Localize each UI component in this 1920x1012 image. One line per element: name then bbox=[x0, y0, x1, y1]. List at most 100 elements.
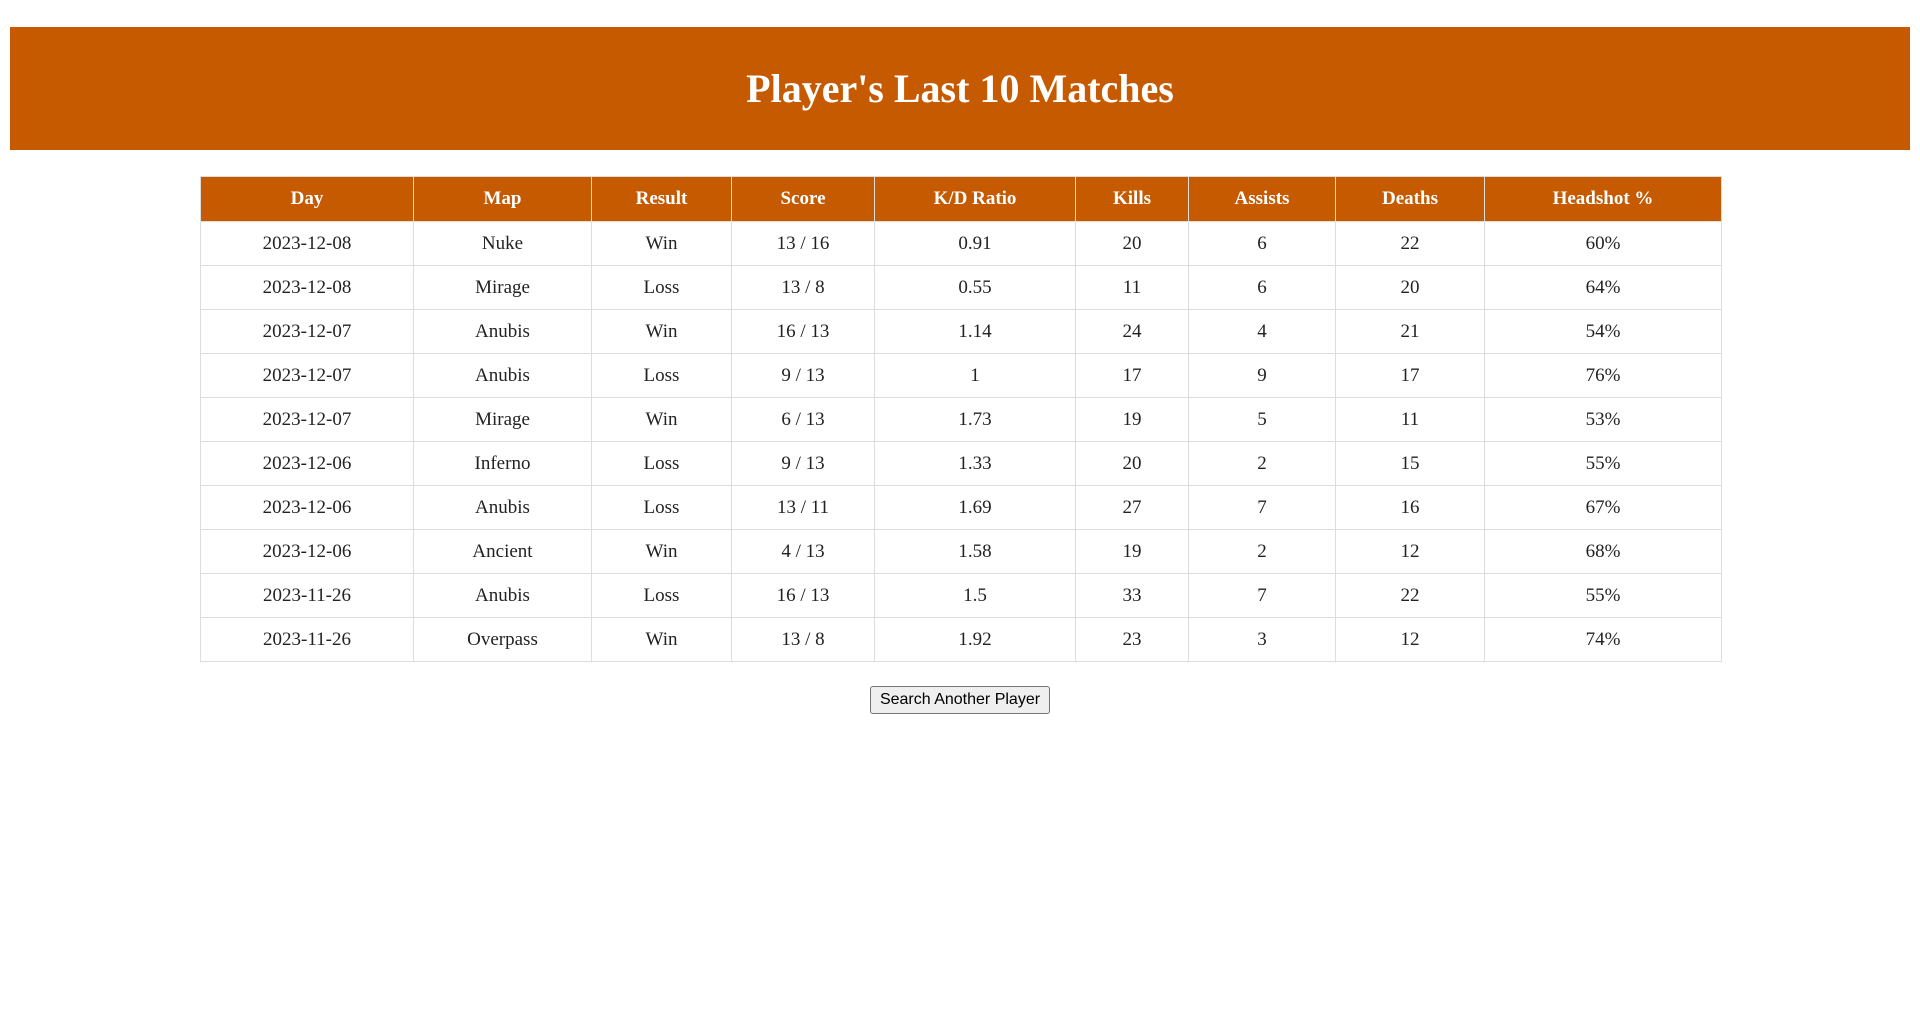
cell-map: Anubis bbox=[413, 485, 592, 530]
cell-kills: 19 bbox=[1075, 397, 1189, 442]
cell-kd-ratio: 1.69 bbox=[874, 485, 1076, 530]
table-row: 2023-12-06 Anubis Loss 13 / 11 1.69 27 7 16 67% bbox=[200, 485, 1722, 530]
cell-headshot: 55% bbox=[1484, 441, 1722, 486]
cell-kd-ratio: 1 bbox=[874, 353, 1076, 398]
cell-result: Loss bbox=[591, 573, 732, 618]
cell-kills: 17 bbox=[1075, 353, 1189, 398]
cell-score: 13 / 16 bbox=[731, 221, 875, 266]
cell-map: Ancient bbox=[413, 529, 592, 574]
cell-deaths: 16 bbox=[1335, 485, 1485, 530]
cell-kills: 20 bbox=[1075, 441, 1189, 486]
cell-assists: 9 bbox=[1188, 353, 1336, 398]
cell-kills: 11 bbox=[1075, 265, 1189, 310]
cell-deaths: 17 bbox=[1335, 353, 1485, 398]
column-header-kd-ratio: K/D Ratio bbox=[874, 176, 1076, 222]
cell-kd-ratio: 0.55 bbox=[874, 265, 1076, 310]
table-row: 2023-12-07 Anubis Loss 9 / 13 1 17 9 17 76% bbox=[200, 353, 1722, 398]
table-row: 2023-12-07 Mirage Win 6 / 13 1.73 19 5 11 53% bbox=[200, 397, 1722, 442]
cell-deaths: 15 bbox=[1335, 441, 1485, 486]
cell-result: Loss bbox=[591, 441, 732, 486]
actions-bar: Search Another Player bbox=[0, 686, 1920, 714]
table-row: 2023-12-08 Mirage Loss 13 / 8 0.55 11 6 20 64% bbox=[200, 265, 1722, 310]
cell-day: 2023-12-06 bbox=[200, 441, 414, 486]
column-header-score: Score bbox=[731, 176, 875, 222]
cell-day: 2023-12-06 bbox=[200, 529, 414, 574]
cell-score: 13 / 8 bbox=[731, 617, 875, 662]
cell-deaths: 22 bbox=[1335, 573, 1485, 618]
column-header-assists: Assists bbox=[1188, 176, 1336, 222]
column-header-result: Result bbox=[591, 176, 732, 222]
cell-kills: 24 bbox=[1075, 309, 1189, 354]
table-body: 2023-12-08 Nuke Win 13 / 16 0.91 20 6 22 60% 2023… bbox=[200, 221, 1722, 662]
cell-map: Inferno bbox=[413, 441, 592, 486]
cell-headshot: 55% bbox=[1484, 573, 1722, 618]
cell-deaths: 12 bbox=[1335, 617, 1485, 662]
cell-headshot: 54% bbox=[1484, 309, 1722, 354]
table-row: 2023-12-07 Anubis Win 16 / 13 1.14 24 4 21 54% bbox=[200, 309, 1722, 354]
page-title: Player's Last 10 Matches bbox=[746, 65, 1174, 111]
cell-assists: 2 bbox=[1188, 529, 1336, 574]
cell-day: 2023-12-08 bbox=[200, 265, 414, 310]
cell-result: Loss bbox=[591, 485, 732, 530]
column-header-map: Map bbox=[413, 176, 592, 222]
cell-day: 2023-11-26 bbox=[200, 617, 414, 662]
cell-deaths: 11 bbox=[1335, 397, 1485, 442]
cell-score: 4 / 13 bbox=[731, 529, 875, 574]
cell-result: Win bbox=[591, 221, 732, 266]
cell-result: Win bbox=[591, 617, 732, 662]
cell-assists: 7 bbox=[1188, 573, 1336, 618]
cell-deaths: 20 bbox=[1335, 265, 1485, 310]
cell-kills: 20 bbox=[1075, 221, 1189, 266]
cell-assists: 3 bbox=[1188, 617, 1336, 662]
table-row: 2023-12-08 Nuke Win 13 / 16 0.91 20 6 22 60% bbox=[200, 221, 1722, 266]
table-row: 2023-11-26 Anubis Loss 16 / 13 1.5 33 7 22 55% bbox=[200, 573, 1722, 618]
cell-score: 16 / 13 bbox=[731, 309, 875, 354]
search-another-player-button[interactable]: Search Another Player bbox=[869, 686, 1051, 714]
cell-score: 16 / 13 bbox=[731, 573, 875, 618]
cell-map: Nuke bbox=[413, 221, 592, 266]
table-header-row: Day Map Result Score K/D Ratio Kills Ass… bbox=[200, 176, 1722, 222]
cell-result: Win bbox=[591, 397, 732, 442]
column-header-deaths: Deaths bbox=[1335, 176, 1485, 222]
cell-day: 2023-12-06 bbox=[200, 485, 414, 530]
cell-assists: 4 bbox=[1188, 309, 1336, 354]
page-header: Player's Last 10 Matches bbox=[10, 27, 1910, 150]
cell-day: 2023-12-08 bbox=[200, 221, 414, 266]
cell-day: 2023-12-07 bbox=[200, 353, 414, 398]
column-header-kills: Kills bbox=[1075, 176, 1189, 222]
cell-assists: 2 bbox=[1188, 441, 1336, 486]
matches-table: Day Map Result Score K/D Ratio Kills Ass… bbox=[200, 176, 1722, 662]
cell-assists: 6 bbox=[1188, 221, 1336, 266]
cell-map: Mirage bbox=[413, 397, 592, 442]
cell-kd-ratio: 1.33 bbox=[874, 441, 1076, 486]
column-header-day: Day bbox=[200, 176, 414, 222]
cell-day: 2023-12-07 bbox=[200, 397, 414, 442]
cell-deaths: 22 bbox=[1335, 221, 1485, 266]
cell-result: Loss bbox=[591, 265, 732, 310]
cell-score: 9 / 13 bbox=[731, 441, 875, 486]
cell-map: Overpass bbox=[413, 617, 592, 662]
cell-kills: 27 bbox=[1075, 485, 1189, 530]
cell-kd-ratio: 1.92 bbox=[874, 617, 1076, 662]
cell-kd-ratio: 1.58 bbox=[874, 529, 1076, 574]
cell-kd-ratio: 0.91 bbox=[874, 221, 1076, 266]
cell-headshot: 76% bbox=[1484, 353, 1722, 398]
cell-deaths: 12 bbox=[1335, 529, 1485, 574]
cell-kd-ratio: 1.5 bbox=[874, 573, 1076, 618]
cell-headshot: 53% bbox=[1484, 397, 1722, 442]
cell-result: Win bbox=[591, 309, 732, 354]
cell-deaths: 21 bbox=[1335, 309, 1485, 354]
cell-headshot: 64% bbox=[1484, 265, 1722, 310]
cell-headshot: 74% bbox=[1484, 617, 1722, 662]
cell-map: Anubis bbox=[413, 309, 592, 354]
cell-headshot: 68% bbox=[1484, 529, 1722, 574]
cell-kills: 23 bbox=[1075, 617, 1189, 662]
cell-kills: 19 bbox=[1075, 529, 1189, 574]
column-header-headshot: Headshot % bbox=[1484, 176, 1722, 222]
cell-map: Anubis bbox=[413, 573, 592, 618]
table-row: 2023-12-06 Ancient Win 4 / 13 1.58 19 2 12 68% bbox=[200, 529, 1722, 574]
cell-headshot: 67% bbox=[1484, 485, 1722, 530]
cell-result: Win bbox=[591, 529, 732, 574]
cell-headshot: 60% bbox=[1484, 221, 1722, 266]
cell-assists: 6 bbox=[1188, 265, 1336, 310]
